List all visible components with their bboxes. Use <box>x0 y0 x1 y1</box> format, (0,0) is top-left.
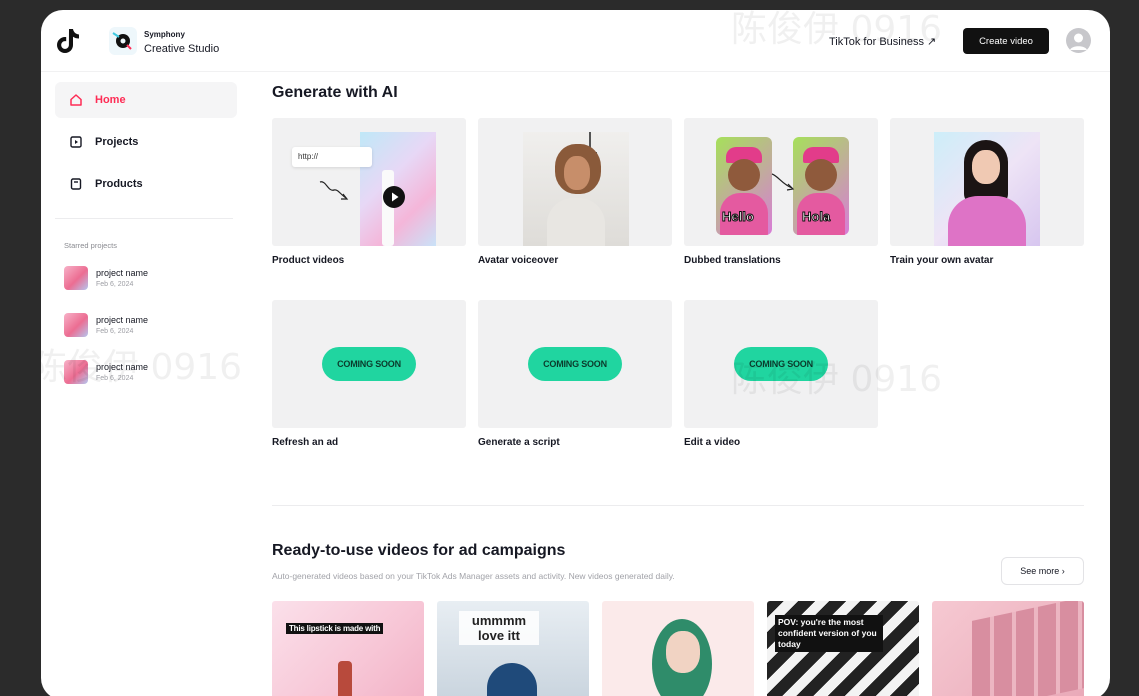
card-refresh-ad[interactable]: COMING SOON Refresh an ad <box>272 300 466 448</box>
avatar-photo <box>523 132 629 246</box>
card-train-avatar[interactable]: Train your own avatar <box>890 118 1084 266</box>
top-bar: Symphony Creative Studio TikTok for Busi… <box>41 10 1110 72</box>
project-thumbnail <box>64 360 88 384</box>
sidebar-item-products[interactable]: Products <box>55 166 237 202</box>
project-name: project name <box>96 362 149 372</box>
sidebar-item-label: Projects <box>95 136 139 148</box>
palette-image <box>972 601 1084 696</box>
starred-project-item[interactable]: project name Feb 6, 2024 <box>64 313 148 337</box>
starred-project-item[interactable]: project name Feb 6, 2024 <box>64 266 148 290</box>
video-thumbnail[interactable]: This lipstick is made with <box>272 601 424 696</box>
video-thumbnail[interactable] <box>602 601 754 696</box>
card-label: Train your own avatar <box>890 255 994 266</box>
arrow-icon <box>771 173 795 191</box>
ready-videos-heading: Ready-to-use videos for ad campaigns <box>272 542 566 559</box>
video-caption: ummmm love itt <box>459 611 539 645</box>
starred-projects-heading: Starred projects <box>64 241 117 250</box>
video-thumbnail[interactable]: ummmm love itt <box>437 601 589 696</box>
generate-heading: Generate with AI <box>272 84 398 101</box>
card-label: Edit a video <box>684 437 741 448</box>
tiktok-logo-icon[interactable] <box>55 27 81 55</box>
coming-soon-badge: COMING SOON <box>322 347 416 381</box>
ready-videos-subtitle: Auto-generated videos based on your TikT… <box>272 571 675 581</box>
card-image <box>890 118 1084 246</box>
tiktok-for-business-link[interactable]: TikTok for Business ↗ <box>829 35 936 48</box>
products-icon <box>70 178 82 190</box>
user-avatar-icon[interactable] <box>1066 28 1091 53</box>
brand-name: Symphony Creative Studio <box>144 29 219 55</box>
app-window: Symphony Creative Studio TikTok for Busi… <box>41 10 1110 696</box>
video-caption: This lipstick is made with <box>286 623 384 634</box>
url-text: http:// <box>298 152 319 161</box>
card-image <box>478 118 672 246</box>
dub-target-frame: Hola <box>793 137 849 235</box>
dub-caption-b: Hola <box>801 209 831 225</box>
video-thumbnail[interactable]: POV: you're the most confident version o… <box>767 601 919 696</box>
project-name: project name <box>96 315 149 325</box>
card-image: COMING SOON <box>478 300 672 428</box>
project-date: Feb 6, 2024 <box>96 328 134 335</box>
symphony-logo-icon[interactable] <box>109 27 137 55</box>
card-label: Product videos <box>272 255 345 266</box>
projects-icon <box>70 136 82 148</box>
card-dubbed-translations[interactable]: Hello Hola Dubbed translations <box>684 118 878 266</box>
sidebar-item-home[interactable]: Home <box>55 82 237 118</box>
see-more-button[interactable]: See more › <box>1001 557 1084 585</box>
sidebar-item-label: Products <box>95 178 143 190</box>
project-date: Feb 6, 2024 <box>96 375 134 382</box>
create-video-button[interactable]: Create video <box>963 28 1049 54</box>
sidebar-divider <box>55 218 233 219</box>
dub-caption-a: Hello <box>722 209 755 225</box>
brand-line2: Creative Studio <box>144 43 220 55</box>
card-image: COMING SOON <box>272 300 466 428</box>
coming-soon-badge: COMING SOON <box>528 347 622 381</box>
project-date: Feb 6, 2024 <box>96 281 134 288</box>
card-generate-script[interactable]: COMING SOON Generate a script <box>478 300 672 448</box>
url-input-mock: http:// <box>292 147 372 167</box>
sidebar-item-projects[interactable]: Projects <box>55 124 237 160</box>
card-avatar-voiceover[interactable]: Avatar voiceover <box>478 118 672 266</box>
project-name: project name <box>96 268 149 278</box>
brand-line1: Symphony <box>144 30 185 39</box>
avatar-photo <box>934 132 1040 246</box>
video-thumbnail[interactable] <box>932 601 1084 696</box>
section-divider <box>272 505 1084 506</box>
card-label: Refresh an ad <box>272 437 339 448</box>
card-label: Dubbed translations <box>684 255 781 266</box>
card-image: Hello Hola <box>684 118 878 246</box>
project-thumbnail <box>64 266 88 290</box>
play-button-icon <box>383 186 405 208</box>
video-caption: POV: you're the most confident version o… <box>775 615 883 652</box>
card-label: Avatar voiceover <box>478 255 559 266</box>
starred-project-item[interactable]: project name Feb 6, 2024 <box>64 360 148 384</box>
home-icon <box>70 94 82 106</box>
card-image: COMING SOON <box>684 300 878 428</box>
dub-source-frame: Hello <box>716 137 772 235</box>
product-bottle <box>382 170 394 246</box>
project-thumbnail <box>64 313 88 337</box>
coming-soon-badge: COMING SOON <box>734 347 828 381</box>
card-product-videos[interactable]: http:// Product videos <box>272 118 466 266</box>
sidebar-item-label: Home <box>95 94 126 106</box>
card-edit-video[interactable]: COMING SOON Edit a video <box>684 300 878 448</box>
cursor-arrow-icon <box>319 181 349 200</box>
card-label: Generate a script <box>478 437 560 448</box>
lipstick-image <box>338 661 352 696</box>
card-image: http:// <box>272 118 466 246</box>
